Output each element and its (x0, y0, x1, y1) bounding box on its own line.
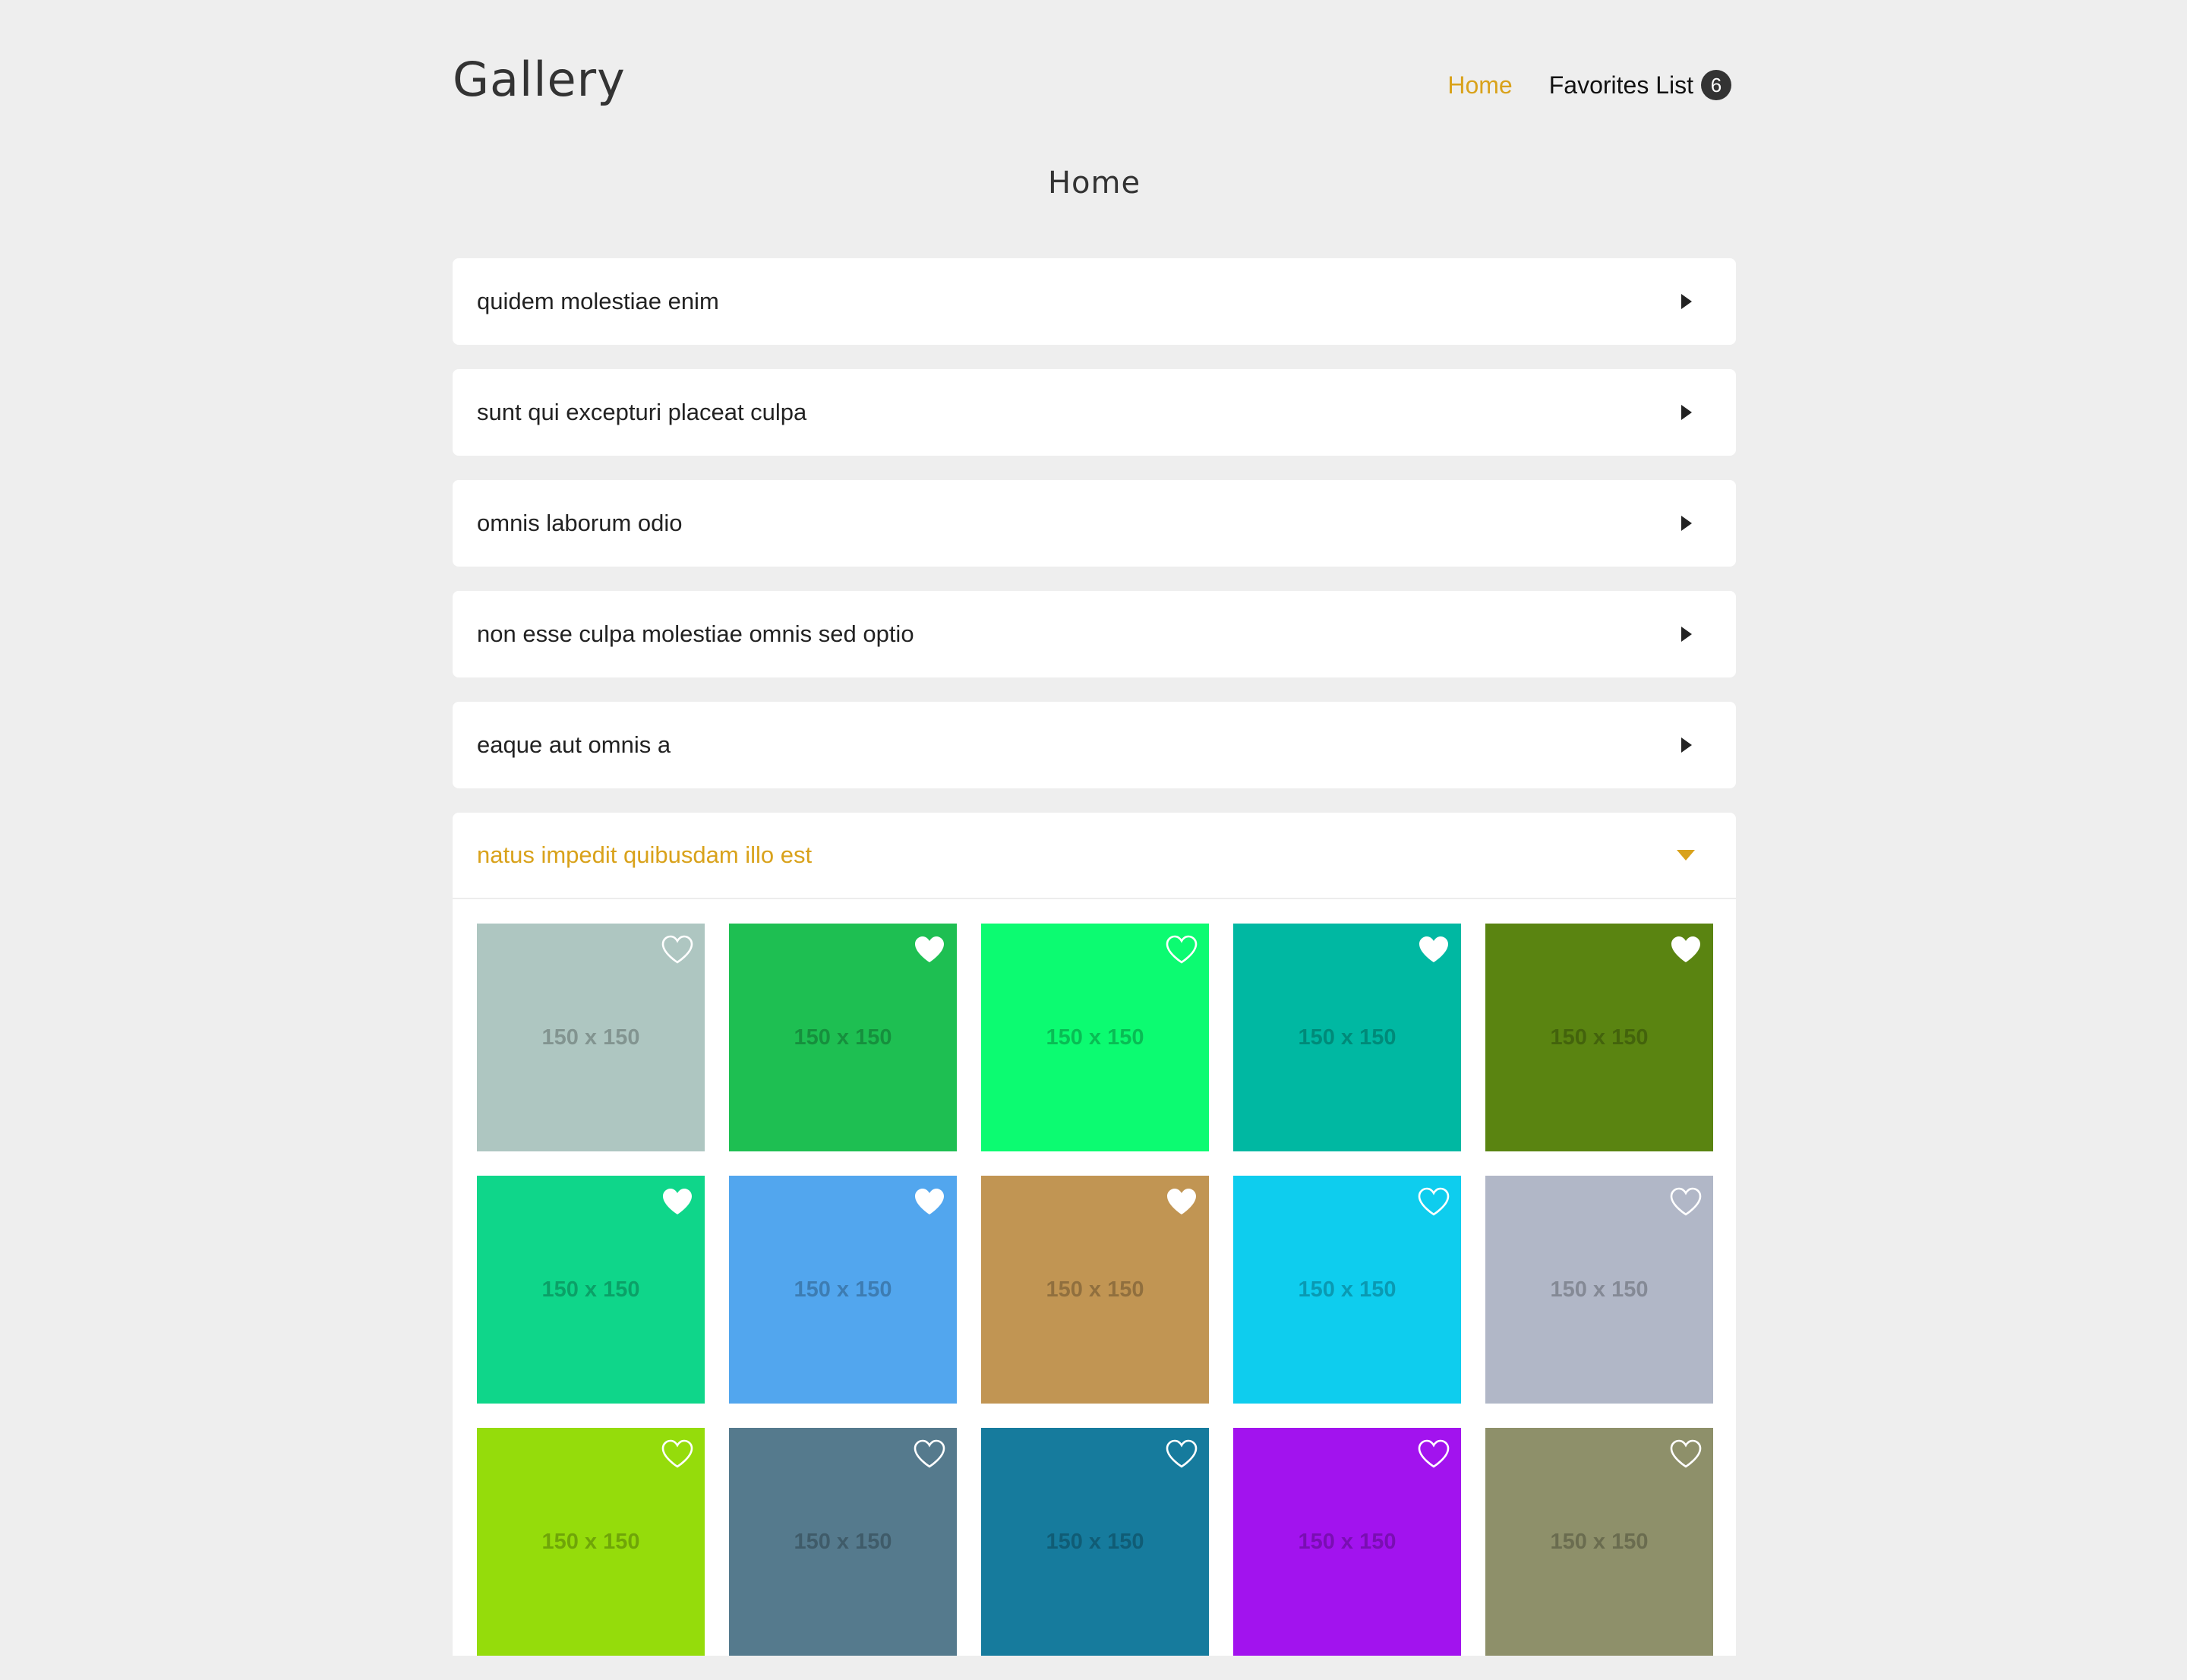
album-header[interactable]: quidem molestiae enim (453, 258, 1736, 345)
album-item: non esse culpa molestiae omnis sed optio (453, 591, 1736, 677)
page: Gallery Home Favorites List 6 Home quide… (453, 0, 1736, 1656)
album-accordion: quidem molestiae enim sunt qui excepturi… (453, 258, 1736, 1680)
logo[interactable]: Gallery (453, 52, 626, 107)
photo-placeholder-label: 150 x 150 (1046, 1277, 1144, 1302)
heart-outline-icon[interactable] (1669, 1186, 1703, 1217)
photo-placeholder-label: 150 x 150 (541, 1529, 640, 1554)
favorites-count-badge: 6 (1701, 70, 1731, 100)
album-header[interactable]: omnis laborum odio (453, 480, 1736, 567)
heart-outline-icon[interactable] (661, 934, 694, 965)
photo-tile[interactable]: 150 x 150 (981, 924, 1209, 1151)
heart-filled-icon[interactable] (1669, 934, 1703, 965)
photo-tile[interactable]: 150 x 150 (1233, 1176, 1461, 1404)
photo-tile[interactable]: 150 x 150 (477, 1176, 705, 1404)
heart-outline-icon[interactable] (913, 1438, 946, 1469)
photo-tile[interactable]: 150 x 150 (1233, 1428, 1461, 1656)
album-photos: 150 x 150 150 x 150 150 x 150 150 x 150 150 … (453, 899, 1736, 1656)
heart-outline-icon[interactable] (1165, 1438, 1198, 1469)
album-header[interactable]: eaque aut omnis a (453, 702, 1736, 788)
photo-tile[interactable]: 150 x 150 (477, 1428, 705, 1656)
photo-placeholder-label: 150 x 150 (1550, 1529, 1649, 1554)
album-title: quidem molestiae enim (477, 288, 719, 314)
photo-placeholder-label: 150 x 150 (1298, 1025, 1396, 1050)
triangle-right-icon (1681, 405, 1692, 420)
photo-tile[interactable]: 150 x 150 (729, 924, 957, 1151)
album-item: eaque aut omnis a (453, 702, 1736, 788)
heart-outline-icon[interactable] (1417, 1438, 1450, 1469)
album-header[interactable]: sunt qui excepturi placeat culpa (453, 369, 1736, 456)
heart-filled-icon[interactable] (1417, 934, 1450, 965)
photo-placeholder-label: 150 x 150 (1046, 1529, 1144, 1554)
nav-favorites-label: Favorites List (1548, 71, 1693, 99)
nav-favorites-link[interactable]: Favorites List 6 (1549, 70, 1731, 100)
heart-outline-icon[interactable] (1669, 1438, 1703, 1469)
album-title: eaque aut omnis a (477, 731, 671, 758)
album-title: natus impedit quibusdam illo est (477, 842, 813, 868)
photo-placeholder-label: 150 x 150 (1046, 1025, 1144, 1050)
triangle-right-icon (1681, 627, 1692, 642)
page-title: Home (1047, 166, 1141, 201)
photo-tile[interactable]: 150 x 150 (729, 1428, 957, 1656)
album-header[interactable]: non esse culpa molestiae omnis sed optio (453, 591, 1736, 677)
album-header[interactable]: natus impedit quibusdam illo est (453, 813, 1736, 899)
heart-filled-icon[interactable] (661, 1186, 694, 1217)
photo-placeholder-label: 150 x 150 (794, 1025, 892, 1050)
album-title: non esse culpa molestiae omnis sed optio (477, 621, 914, 647)
album-item-open: natus impedit quibusdam illo est 150 x 1… (453, 813, 1736, 1656)
triangle-right-icon (1681, 516, 1692, 531)
header: Gallery Home Favorites List 6 (453, 0, 1736, 144)
heart-outline-icon[interactable] (1165, 934, 1198, 965)
photo-tile[interactable]: 150 x 150 (477, 924, 705, 1151)
heart-outline-icon[interactable] (1417, 1186, 1450, 1217)
album-title: sunt qui excepturi placeat culpa (477, 399, 807, 425)
photo-placeholder-label: 150 x 150 (1550, 1277, 1649, 1302)
nav: Home Favorites List 6 (1447, 70, 1731, 100)
photo-placeholder-label: 150 x 150 (541, 1025, 640, 1050)
photo-placeholder-label: 150 x 150 (541, 1277, 640, 1302)
album-item: omnis laborum odio (453, 480, 1736, 567)
photo-placeholder-label: 150 x 150 (1298, 1277, 1396, 1302)
heart-outline-icon[interactable] (661, 1438, 694, 1469)
photo-placeholder-label: 150 x 150 (1550, 1025, 1649, 1050)
heart-filled-icon[interactable] (1165, 1186, 1198, 1217)
photo-tile[interactable]: 150 x 150 (981, 1176, 1209, 1404)
triangle-down-icon (1677, 850, 1695, 861)
photo-grid: 150 x 150 150 x 150 150 x 150 150 x 150 150 … (477, 924, 1713, 1656)
album-title: omnis laborum odio (477, 510, 683, 536)
photo-placeholder-label: 150 x 150 (794, 1277, 892, 1302)
photo-tile[interactable]: 150 x 150 (729, 1176, 957, 1404)
photo-tile[interactable]: 150 x 150 (1485, 924, 1713, 1151)
triangle-right-icon (1681, 737, 1692, 753)
photo-tile[interactable]: 150 x 150 (1233, 924, 1461, 1151)
album-item: sunt qui excepturi placeat culpa (453, 369, 1736, 456)
photo-tile[interactable]: 150 x 150 (981, 1428, 1209, 1656)
album-item: quidem molestiae enim (453, 258, 1736, 345)
photo-tile[interactable]: 150 x 150 (1485, 1428, 1713, 1656)
photo-placeholder-label: 150 x 150 (1298, 1529, 1396, 1554)
heart-filled-icon[interactable] (913, 934, 946, 965)
photo-placeholder-label: 150 x 150 (794, 1529, 892, 1554)
photo-tile[interactable]: 150 x 150 (1485, 1176, 1713, 1404)
triangle-right-icon (1681, 294, 1692, 309)
nav-home-link[interactable]: Home (1447, 71, 1512, 99)
heart-filled-icon[interactable] (913, 1186, 946, 1217)
